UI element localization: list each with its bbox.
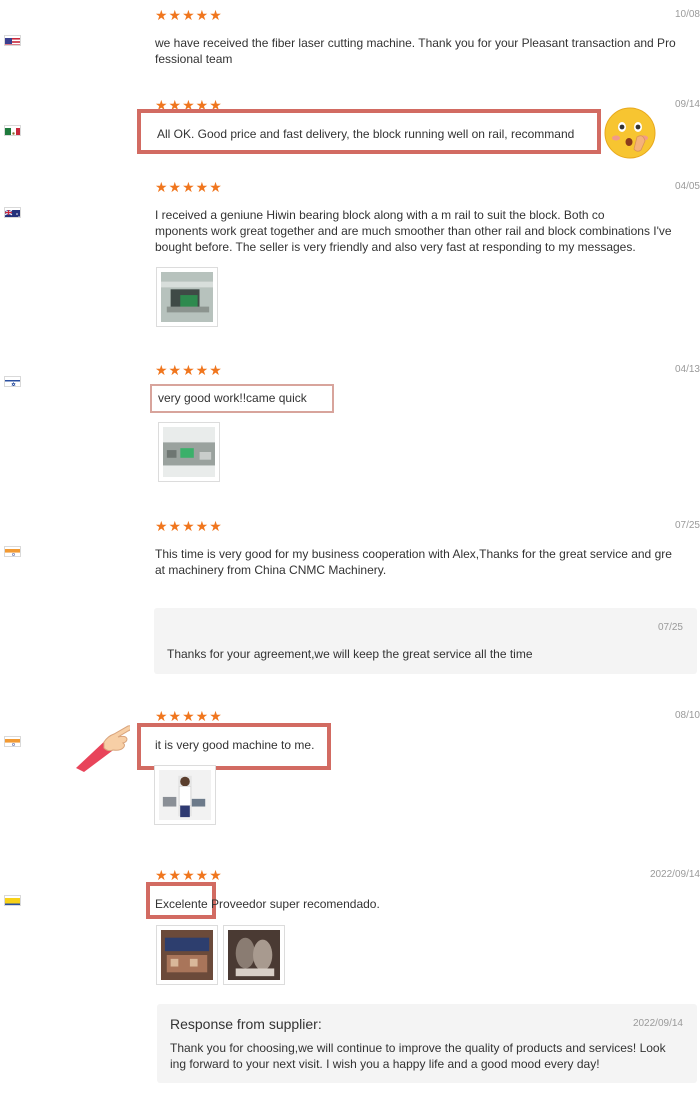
flag-mexico-icon [4,125,21,136]
rating-stars: ★★★★★ [155,179,223,195]
reply-text: Thank you for choosing,we will continue … [170,1040,690,1072]
flag-israel-icon [4,376,21,387]
flag-india-icon [4,736,21,747]
review-text: Excelente Proveedor super recomendado. [155,896,695,912]
reply-text: Thanks for your agreement,we will keep t… [167,646,687,662]
review-text: I received a geniune Hiwin bearing block… [155,207,695,255]
review-date: 07/25 [674,520,700,531]
flag-australia-icon [4,207,21,218]
reply-date: 07/25 [657,622,683,633]
rating-stars: ★★★★★ [155,518,223,534]
supplier-response: Response from supplier: 2022/09/14 Thank… [157,1004,697,1083]
reply-date: 2022/09/14 [632,1018,683,1029]
review-photo[interactable] [154,765,216,825]
review-photo[interactable] [158,422,220,482]
review-text: very good work!!came quick [158,390,698,406]
rating-stars: ★★★★★ [155,362,223,378]
rating-stars: ★★★★★ [155,867,223,883]
review-date: 10/08 [674,9,700,20]
reply-text-line: Thanks for your agreement,we will keep t… [167,647,533,661]
seller-reply: 07/25 Thanks for your agreement,we will … [154,608,697,674]
review-text-line: very good work!!came quick [158,391,307,405]
response-title: Response from supplier: [170,1016,322,1032]
reply-text-line: ing forward to your next visit. I wish y… [170,1057,600,1071]
flag-india-icon [4,546,21,557]
review-date: 04/13 [674,364,700,375]
review-text-line: I received a geniune Hiwin bearing block… [155,208,605,222]
review-text: This time is very good for my business c… [155,546,695,578]
review-text-highlight: Excelente [155,897,208,911]
surprised-emoji-icon [604,107,656,159]
review-photo[interactable] [156,267,218,327]
review-text-line: mponents work great together and are muc… [155,224,672,238]
pointing-hand-icon [74,720,132,772]
review-text: we have received the fiber laser cutting… [155,35,695,67]
review-text-line: we have received the fiber laser cutting… [155,36,676,50]
review-date: 04/05 [674,181,700,192]
review-photo[interactable] [156,925,218,985]
review-text-line: All OK. Good price and fast delivery, th… [157,127,575,141]
reply-text-line: Thank you for choosing,we will continue … [170,1041,666,1055]
review-text-line: it is very good machine to me. [155,738,315,752]
review-text: it is very good machine to me. [155,737,695,753]
review-date: 2022/09/14 [649,869,700,880]
flag-us-icon [4,35,21,46]
review-date: 08/10 [674,710,700,721]
review-text-line: bought before. The seller is very friend… [155,240,636,254]
flag-colombia-icon [4,895,21,906]
review-text-line: fessional team [155,52,233,66]
rating-stars: ★★★★★ [155,708,223,724]
review-text-line: at machinery from China CNMC Machinery. [155,563,387,577]
rating-stars: ★★★★★ [155,7,223,23]
review-text-line: This time is very good for my business c… [155,547,672,561]
review-text-line: Proveedor super recomendado. [207,897,380,911]
review-photo[interactable] [223,925,285,985]
review-date: 09/14 [674,99,700,110]
